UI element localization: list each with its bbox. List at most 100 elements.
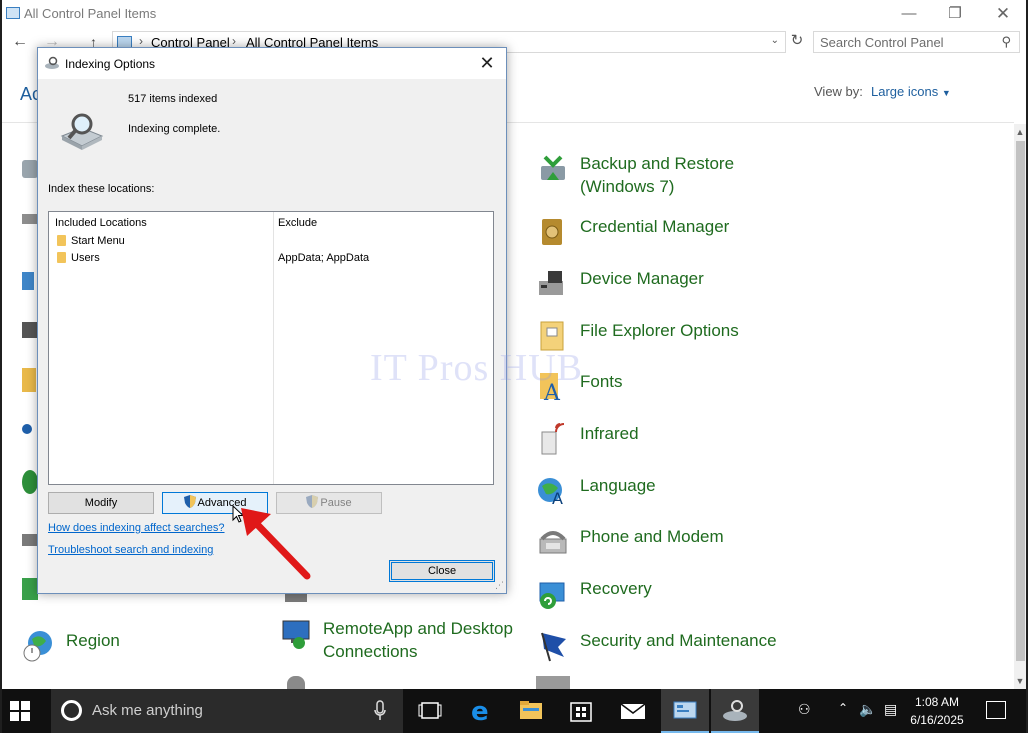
edge-taskbar-button[interactable]: e [457,689,505,733]
folder-icon [57,235,66,246]
partial-item-icon [22,424,32,434]
windows-start-icon[interactable] [10,701,30,721]
item-label: File Explorer Options [580,321,739,340]
column-header-included[interactable]: Included Locations [55,217,147,229]
item-backup-restore[interactable]: Backup and Restore (Windows 7) [536,152,776,200]
window-title: All Control Panel Items [24,6,157,21]
item-label: Region [66,631,120,650]
item-region[interactable]: Region [22,629,182,662]
partial-item-icon [287,676,305,689]
partial-item-icon [22,160,38,178]
partial-item-icon [22,578,38,600]
show-hidden-icons-icon[interactable]: ⌃ [838,701,848,715]
item-label: Infrared [580,424,639,443]
maximize-button[interactable]: ❐ [940,4,970,24]
phone-icon [539,531,567,554]
annotation-arrow-icon [241,508,311,580]
taskbar: Ask me anything e ⚇ ⌃ 🔈 ▤ 1:08 AM 6/16/2… [2,689,1026,733]
cortana-placeholder: Ask me anything [92,702,203,719]
minimize-button[interactable]: — [894,4,924,24]
item-language[interactable]: A Language [536,474,776,508]
mail-taskbar-button[interactable] [609,689,657,733]
item-remoteapp[interactable]: RemoteApp and Desktop Connections [279,617,519,665]
file-explorer-icon [520,701,542,719]
pause-button-label: Pause [320,497,352,509]
security-flag-icon [541,632,566,662]
language-globe-icon: A [538,478,563,508]
partial-item-icon [22,322,38,338]
vertical-scrollbar[interactable]: ▲ ▼ [1014,124,1026,689]
close-dialog-icon[interactable]: ✕ [476,52,498,74]
item-phone-modem[interactable]: Phone and Modem [536,525,776,555]
help-link[interactable]: How does indexing affect searches? [48,522,225,534]
close-window-button[interactable]: ✕ [988,4,1018,24]
item-label: Device Manager [580,269,704,288]
back-arrow-icon[interactable]: ← [12,32,28,52]
folder-icon [57,252,66,263]
svg-text:e: e [471,697,489,727]
scroll-up-icon[interactable]: ▲ [1014,124,1026,140]
item-file-explorer-options[interactable]: File Explorer Options [536,319,776,351]
indexing-drive-icon [60,113,104,150]
screen: All Control Panel Items — ❐ ✕ ← → ↑ › Co… [0,0,1028,733]
resize-grip-icon[interactable]: ⋰ [495,580,504,591]
close-button-label: Close [427,565,457,577]
modify-button[interactable]: Modify [48,492,154,514]
item-label: Credential Manager [580,217,730,236]
item-recovery[interactable]: Recovery [536,577,776,609]
view-by-dropdown[interactable]: Large icons ▼ [871,84,951,99]
mail-icon [620,703,646,719]
control-panel-taskbar-button[interactable] [661,689,709,733]
dropdown-arrow-icon: ▼ [941,88,951,98]
item-label: Security and Maintenance [580,631,777,650]
item-label: Backup and Restore (Windows 7) [580,154,735,196]
action-center-icon[interactable] [986,701,1006,719]
troubleshoot-link[interactable]: Troubleshoot search and indexing [48,544,213,556]
chevron-down-icon[interactable]: ⌄ [771,35,779,46]
refresh-icon[interactable]: ↻ [788,30,806,52]
file-explorer-taskbar-button[interactable] [507,689,555,733]
uac-shield-icon [183,495,196,508]
indexing-status: Indexing complete. [128,123,221,135]
search-input[interactable]: Search Control Panel ⚲ [813,31,1020,53]
scroll-down-icon[interactable]: ▼ [1014,673,1026,689]
dialog-titlebar: Indexing Options ✕ [38,48,506,79]
cortana-search-box[interactable]: Ask me anything [51,689,403,733]
window-titlebar: All Control Panel Items — ❐ ✕ [2,0,1026,28]
item-credential-manager[interactable]: Credential Manager [536,215,776,245]
item-label: Phone and Modem [580,527,724,546]
scroll-thumb[interactable] [1016,141,1025,661]
indexing-icon [723,700,747,721]
task-view-icon [418,702,442,719]
watermark: IT Pros HUB [370,347,583,389]
search-icon: ⚲ [1001,34,1011,49]
network-icon[interactable]: ▤ [884,701,897,718]
close-button[interactable]: Close [389,560,495,582]
location-row-label[interactable]: Start Menu [71,235,125,247]
task-view-button[interactable] [406,689,454,733]
search-placeholder: Search Control Panel [820,35,944,50]
system-clock[interactable]: 1:08 AM 6/16/2025 [907,693,967,729]
item-label: Fonts [580,372,623,391]
volume-icon[interactable]: 🔈 [859,701,876,718]
item-device-manager[interactable]: Device Manager [536,267,776,297]
item-infrared[interactable]: Infrared [536,422,776,455]
indexing-options-taskbar-button[interactable] [711,689,759,733]
view-by-label: View by: [814,84,863,99]
location-row-label[interactable]: Users [71,252,100,264]
chevron-right-icon: › [232,34,236,48]
microphone-icon[interactable] [374,700,386,722]
svg-text:A: A [552,489,563,508]
column-header-exclude[interactable]: Exclude [278,217,317,229]
view-by-value: Large icons [871,84,939,99]
partial-item-icon [22,534,38,546]
dialog-title: Indexing Options [65,57,156,71]
partial-item-icon [536,676,570,689]
people-icon[interactable]: ⚇ [798,701,811,718]
region-globe-icon [23,631,52,662]
cortana-icon [61,700,82,721]
store-taskbar-button[interactable] [557,689,605,733]
item-security-maintenance[interactable]: Security and Maintenance [536,629,796,662]
remoteapp-icon [282,620,310,649]
partial-item-icon [22,214,38,224]
